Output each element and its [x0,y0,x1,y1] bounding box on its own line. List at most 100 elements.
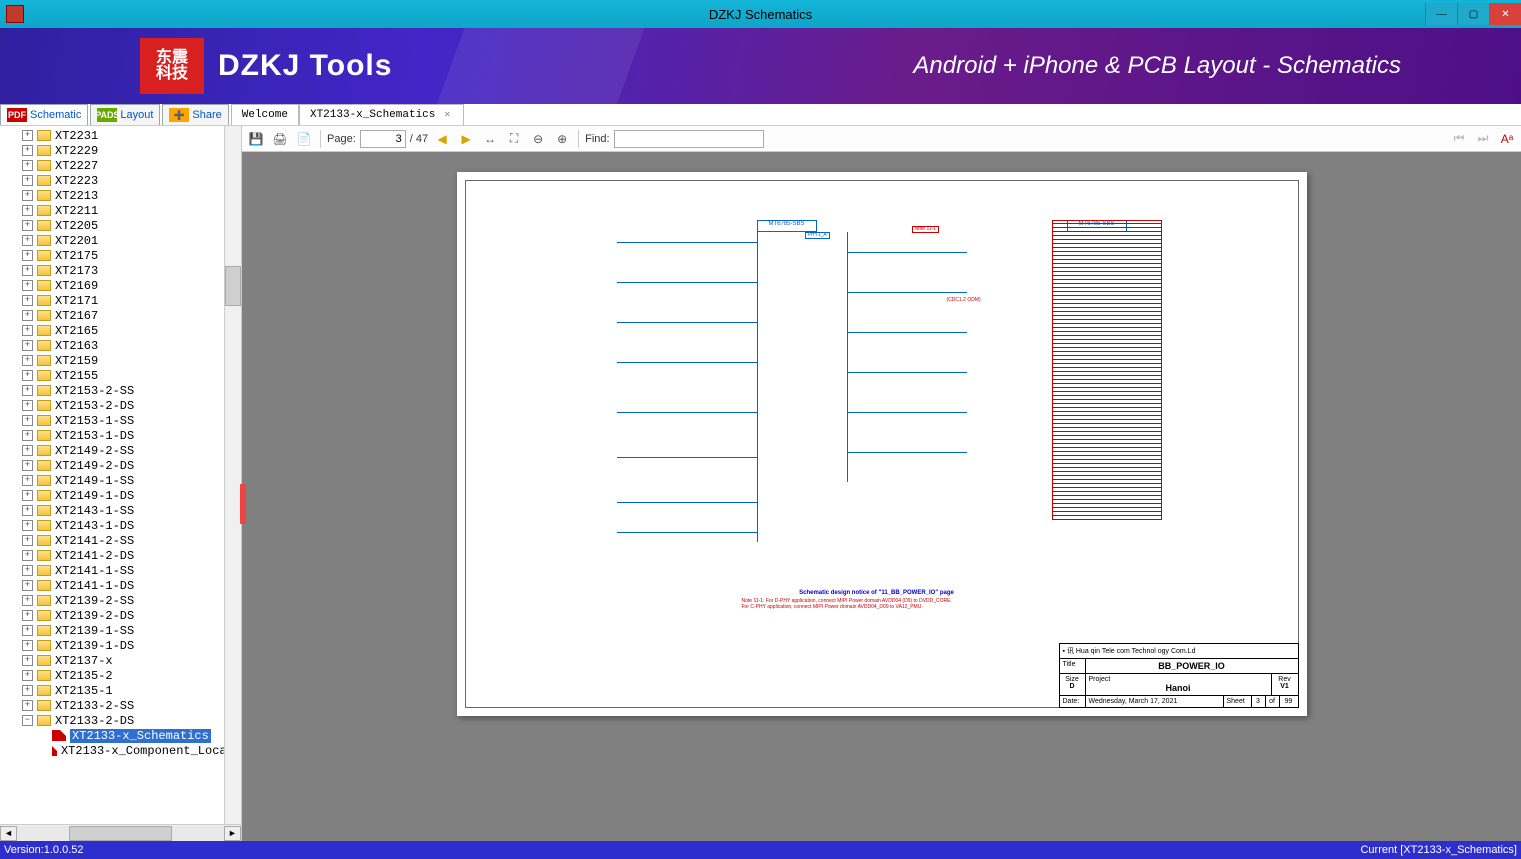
tree-item[interactable]: +XT2133-2-SS [0,698,241,713]
tree-item[interactable]: +XT2169 [0,278,241,293]
tree-item[interactable]: +XT2139-2-SS [0,593,241,608]
tree-item[interactable]: +XT2231 [0,128,241,143]
expand-icon[interactable]: + [22,640,33,651]
close-button[interactable]: ✕ [1489,3,1521,25]
doc-tab-schematics[interactable]: XT2133-x_Schematics ✕ [299,104,464,125]
expand-icon[interactable]: + [22,505,33,516]
maximize-button[interactable]: ▢ [1457,3,1489,25]
tree-item[interactable]: +XT2135-1 [0,683,241,698]
tree-item-file[interactable]: XT2133-x_Schematics [0,728,241,743]
minimize-button[interactable]: — [1425,3,1457,25]
tree-item[interactable]: +XT2213 [0,188,241,203]
copy-button[interactable]: 📄 [294,129,314,149]
hscroll-left-button[interactable]: ◄ [0,826,17,841]
expand-icon[interactable]: + [22,595,33,606]
tree-item[interactable]: +XT2205 [0,218,241,233]
tree-item[interactable]: +XT2153-1-DS [0,428,241,443]
expand-icon[interactable]: + [22,535,33,546]
expand-icon[interactable]: + [22,220,33,231]
close-tab-icon[interactable]: ✕ [441,109,453,121]
expand-icon[interactable]: + [22,550,33,561]
tree-item[interactable]: +XT2141-1-SS [0,563,241,578]
tree-item[interactable]: +XT2159 [0,353,241,368]
vscroll-thumb[interactable] [225,266,241,306]
hscroll-track[interactable] [17,826,224,841]
tree-item[interactable]: +XT2137-x [0,653,241,668]
tree-item[interactable]: +XT2153-1-SS [0,413,241,428]
expand-icon[interactable]: + [22,415,33,426]
expand-icon[interactable]: + [22,250,33,261]
tree-item[interactable]: +XT2171 [0,293,241,308]
fit-width-button[interactable]: ↔ [480,129,500,149]
print-button[interactable]: 🖨 [270,129,290,149]
text-tool-button[interactable]: Aᵃ [1497,129,1517,149]
tree-item[interactable]: +XT2141-2-SS [0,533,241,548]
expand-icon[interactable]: + [22,565,33,576]
expand-icon[interactable]: + [22,175,33,186]
panel-tab-share[interactable]: ➕ Share [162,104,228,125]
tree-item[interactable]: +XT2141-1-DS [0,578,241,593]
page-input[interactable] [360,130,406,148]
tree-item[interactable]: +XT2149-2-DS [0,458,241,473]
expand-icon[interactable]: + [22,265,33,276]
expand-icon[interactable]: + [22,700,33,711]
tree-item[interactable]: +XT2143-1-DS [0,518,241,533]
expand-icon[interactable]: + [22,295,33,306]
expand-icon[interactable]: + [22,430,33,441]
expand-icon[interactable]: + [22,340,33,351]
expand-icon[interactable]: + [22,520,33,531]
expand-icon[interactable]: + [22,655,33,666]
expand-icon[interactable]: + [22,310,33,321]
expand-icon[interactable]: + [22,400,33,411]
find-input[interactable] [614,130,764,148]
expand-icon[interactable]: + [22,385,33,396]
tree-item-file[interactable]: XT2133-x_Component_Locati [0,743,241,758]
tree-item[interactable]: +XT2227 [0,158,241,173]
expand-icon[interactable]: + [22,685,33,696]
tree-vscrollbar[interactable] [224,126,241,824]
tree-item[interactable]: +XT2167 [0,308,241,323]
expand-icon[interactable]: + [22,625,33,636]
expand-icon[interactable]: + [22,355,33,366]
doc-tab-welcome[interactable]: Welcome [231,104,299,125]
splitter-handle[interactable] [240,484,246,524]
hscroll-thumb[interactable] [69,826,173,841]
tree-item[interactable]: +XT2223 [0,173,241,188]
tree-item[interactable]: +XT2149-1-DS [0,488,241,503]
expand-icon[interactable]: + [22,670,33,681]
tree-item[interactable]: +XT2135-2 [0,668,241,683]
tree-item[interactable]: +XT2165 [0,323,241,338]
tree-item[interactable]: +XT2139-2-DS [0,608,241,623]
tree-item[interactable]: +XT2173 [0,263,241,278]
zoom-out-button[interactable]: ⊖ [528,129,548,149]
expand-icon[interactable]: + [22,370,33,381]
next-page-button[interactable]: ▶ [456,129,476,149]
zoom-in-button[interactable]: ⊕ [552,129,572,149]
expand-icon[interactable]: + [22,130,33,141]
tree-item[interactable]: −XT2133-2-DS [0,713,241,728]
expand-icon[interactable]: + [22,280,33,291]
tree-item[interactable]: +XT2143-1-SS [0,503,241,518]
tree-hscrollbar[interactable]: ◄ ► [0,824,241,841]
tree-item[interactable]: +XT2149-1-SS [0,473,241,488]
expand-icon[interactable]: + [22,490,33,501]
tree-item[interactable]: +XT2153-2-SS [0,383,241,398]
expand-icon[interactable]: + [22,460,33,471]
tree-item[interactable]: +XT2175 [0,248,241,263]
tree-item[interactable]: +XT2201 [0,233,241,248]
expand-icon[interactable]: + [22,610,33,621]
tree-item[interactable]: +XT2141-2-DS [0,548,241,563]
tree-item[interactable]: +XT2163 [0,338,241,353]
tree-item[interactable]: +XT2211 [0,203,241,218]
tree-item[interactable]: +XT2153-2-DS [0,398,241,413]
find-prev-button[interactable]: ⏮ [1449,129,1469,149]
prev-page-button[interactable]: ◀ [432,129,452,149]
tree-item[interactable]: +XT2155 [0,368,241,383]
expand-icon[interactable]: + [22,160,33,171]
expand-icon[interactable]: + [22,205,33,216]
hscroll-right-button[interactable]: ► [224,826,241,841]
tree-item[interactable]: +XT2139-1-DS [0,638,241,653]
tree-scroll[interactable]: +XT2231+XT2229+XT2227+XT2223+XT2213+XT22… [0,126,241,824]
expand-icon[interactable]: − [22,715,33,726]
expand-icon[interactable]: + [22,445,33,456]
